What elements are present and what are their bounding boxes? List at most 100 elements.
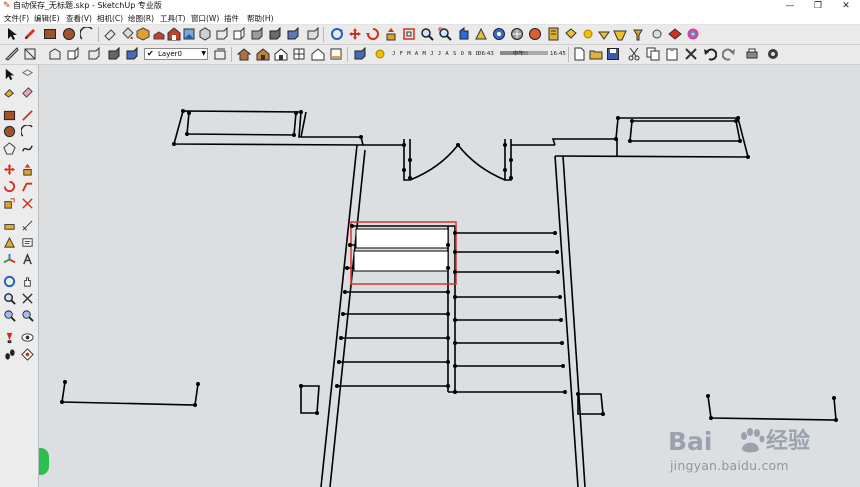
rotate-icon[interactable] [366, 27, 380, 41]
dimension-icon[interactable] [21, 219, 34, 232]
back-view-icon[interactable] [107, 47, 121, 61]
box-back-icon[interactable] [198, 27, 212, 41]
tape-icon[interactable] [3, 219, 16, 232]
cube-solid-icon[interactable] [250, 27, 264, 41]
right-view-icon[interactable] [87, 47, 101, 61]
polygon-icon[interactable] [3, 142, 16, 155]
layer-manager-icon[interactable] [213, 47, 227, 61]
paste-icon[interactable] [665, 47, 679, 61]
layer-dropdown[interactable]: ✔ Layer0 ▼ [144, 48, 208, 60]
walk-icon[interactable] [456, 27, 470, 41]
sandbox-icon[interactable] [613, 27, 627, 41]
arc-icon[interactable] [80, 27, 94, 41]
front-view-icon[interactable] [23, 47, 37, 61]
left-view-icon[interactable] [125, 47, 139, 61]
cube-xray-icon[interactable] [215, 27, 229, 41]
front-house-icon[interactable] [256, 47, 270, 61]
cube-texture-icon[interactable] [268, 27, 282, 41]
zoom-extents-icon[interactable] [438, 27, 452, 41]
eraser-icon[interactable] [103, 27, 117, 41]
model-info-icon[interactable] [546, 27, 560, 41]
chevron-down-icon[interactable]: ▼ [201, 49, 206, 59]
box-iso-icon[interactable] [136, 27, 150, 41]
shadows-icon[interactable] [581, 27, 595, 41]
open-file-icon[interactable] [589, 47, 603, 61]
iso-view-icon[interactable] [48, 47, 62, 61]
menu-edit[interactable]: 编辑(E) [34, 13, 60, 24]
delete-icon[interactable] [684, 47, 698, 61]
minimize-button[interactable]: — [780, 0, 800, 13]
cut-icon[interactable] [627, 47, 641, 61]
model-viewport[interactable] [39, 65, 860, 487]
scenes-icon[interactable] [353, 47, 367, 61]
move-icon[interactable] [3, 163, 16, 176]
close-button[interactable]: ✕ [836, 0, 856, 13]
tape-small-icon[interactable] [5, 47, 19, 61]
section-icon[interactable] [21, 348, 34, 361]
move-icon[interactable] [348, 27, 362, 41]
axes-icon[interactable] [3, 253, 16, 266]
eraser-icon[interactable] [21, 85, 34, 98]
ruby-icon[interactable] [668, 27, 682, 41]
menu-window[interactable]: 窗口(W) [191, 13, 219, 24]
shadow-toggle-icon[interactable] [373, 47, 387, 61]
menu-camera[interactable]: 相机(C) [97, 13, 123, 24]
menu-view[interactable]: 查看(V) [66, 13, 92, 24]
look-around-icon[interactable] [21, 331, 34, 344]
restore-button[interactable]: ❐ [808, 0, 828, 13]
back-house-icon[interactable] [311, 47, 325, 61]
geolocate-icon[interactable] [510, 27, 524, 41]
zoom-icon[interactable] [3, 292, 16, 305]
box-top-icon[interactable] [152, 27, 166, 41]
zoom-icon[interactable] [420, 27, 434, 41]
layer-visible-checkbox[interactable]: ✔ [147, 49, 154, 59]
copy-icon[interactable] [646, 47, 660, 61]
save-icon[interactable] [606, 47, 620, 61]
extensions-icon[interactable] [650, 27, 664, 41]
top-view-icon[interactable] [66, 47, 80, 61]
scale-icon[interactable] [3, 197, 16, 210]
house-icon[interactable] [237, 47, 251, 61]
menu-tools[interactable]: 工具(T) [160, 13, 185, 24]
warehouse-upload-icon[interactable] [329, 47, 343, 61]
floor-plan-drawing[interactable] [39, 65, 860, 487]
zoom-window-icon[interactable] [21, 292, 34, 305]
styles-icon[interactable] [492, 27, 506, 41]
shadow-months[interactable]: J F M A M J J A S O N D [392, 50, 480, 58]
cube-wire-icon[interactable] [232, 27, 246, 41]
settings-icon[interactable] [766, 47, 780, 61]
components-icon[interactable] [564, 27, 578, 41]
cube-plain-icon[interactable] [306, 27, 320, 41]
offset-icon[interactable] [402, 27, 416, 41]
select-icon[interactable] [3, 68, 16, 81]
paint-icon[interactable] [3, 85, 16, 98]
box-right-icon[interactable] [182, 27, 196, 41]
3dtext-icon[interactable] [21, 253, 34, 266]
make-component-icon[interactable] [21, 68, 34, 81]
walls-icon[interactable] [292, 47, 306, 61]
fog-icon[interactable] [597, 27, 611, 41]
line-icon[interactable] [21, 109, 34, 122]
arc-icon[interactable] [21, 125, 34, 138]
menu-plugins[interactable]: 插件 [224, 13, 239, 24]
side-float-button[interactable] [39, 448, 49, 475]
circle-icon[interactable] [62, 27, 76, 41]
rectangle-icon[interactable] [43, 27, 57, 41]
circle-icon[interactable] [3, 125, 16, 138]
text-icon[interactable] [21, 236, 34, 249]
warehouse-icon[interactable] [528, 27, 542, 41]
freehand-icon[interactable] [21, 142, 34, 155]
pushpull-icon[interactable] [384, 27, 398, 41]
new-file-icon[interactable] [572, 47, 586, 61]
orbit-icon[interactable] [330, 27, 344, 41]
pin-icon[interactable] [631, 27, 645, 41]
section-plane-icon[interactable] [474, 27, 488, 41]
home-icon[interactable] [274, 47, 288, 61]
menu-file[interactable]: 文件(F) [4, 13, 29, 24]
cube-shaded-icon[interactable] [286, 27, 300, 41]
protractor-icon[interactable] [3, 236, 16, 249]
pan-icon[interactable] [21, 275, 34, 288]
color-wheel-icon[interactable] [686, 27, 700, 41]
shadow-time-slider-right[interactable] [528, 51, 548, 55]
zoom-extents-icon[interactable] [3, 309, 16, 322]
